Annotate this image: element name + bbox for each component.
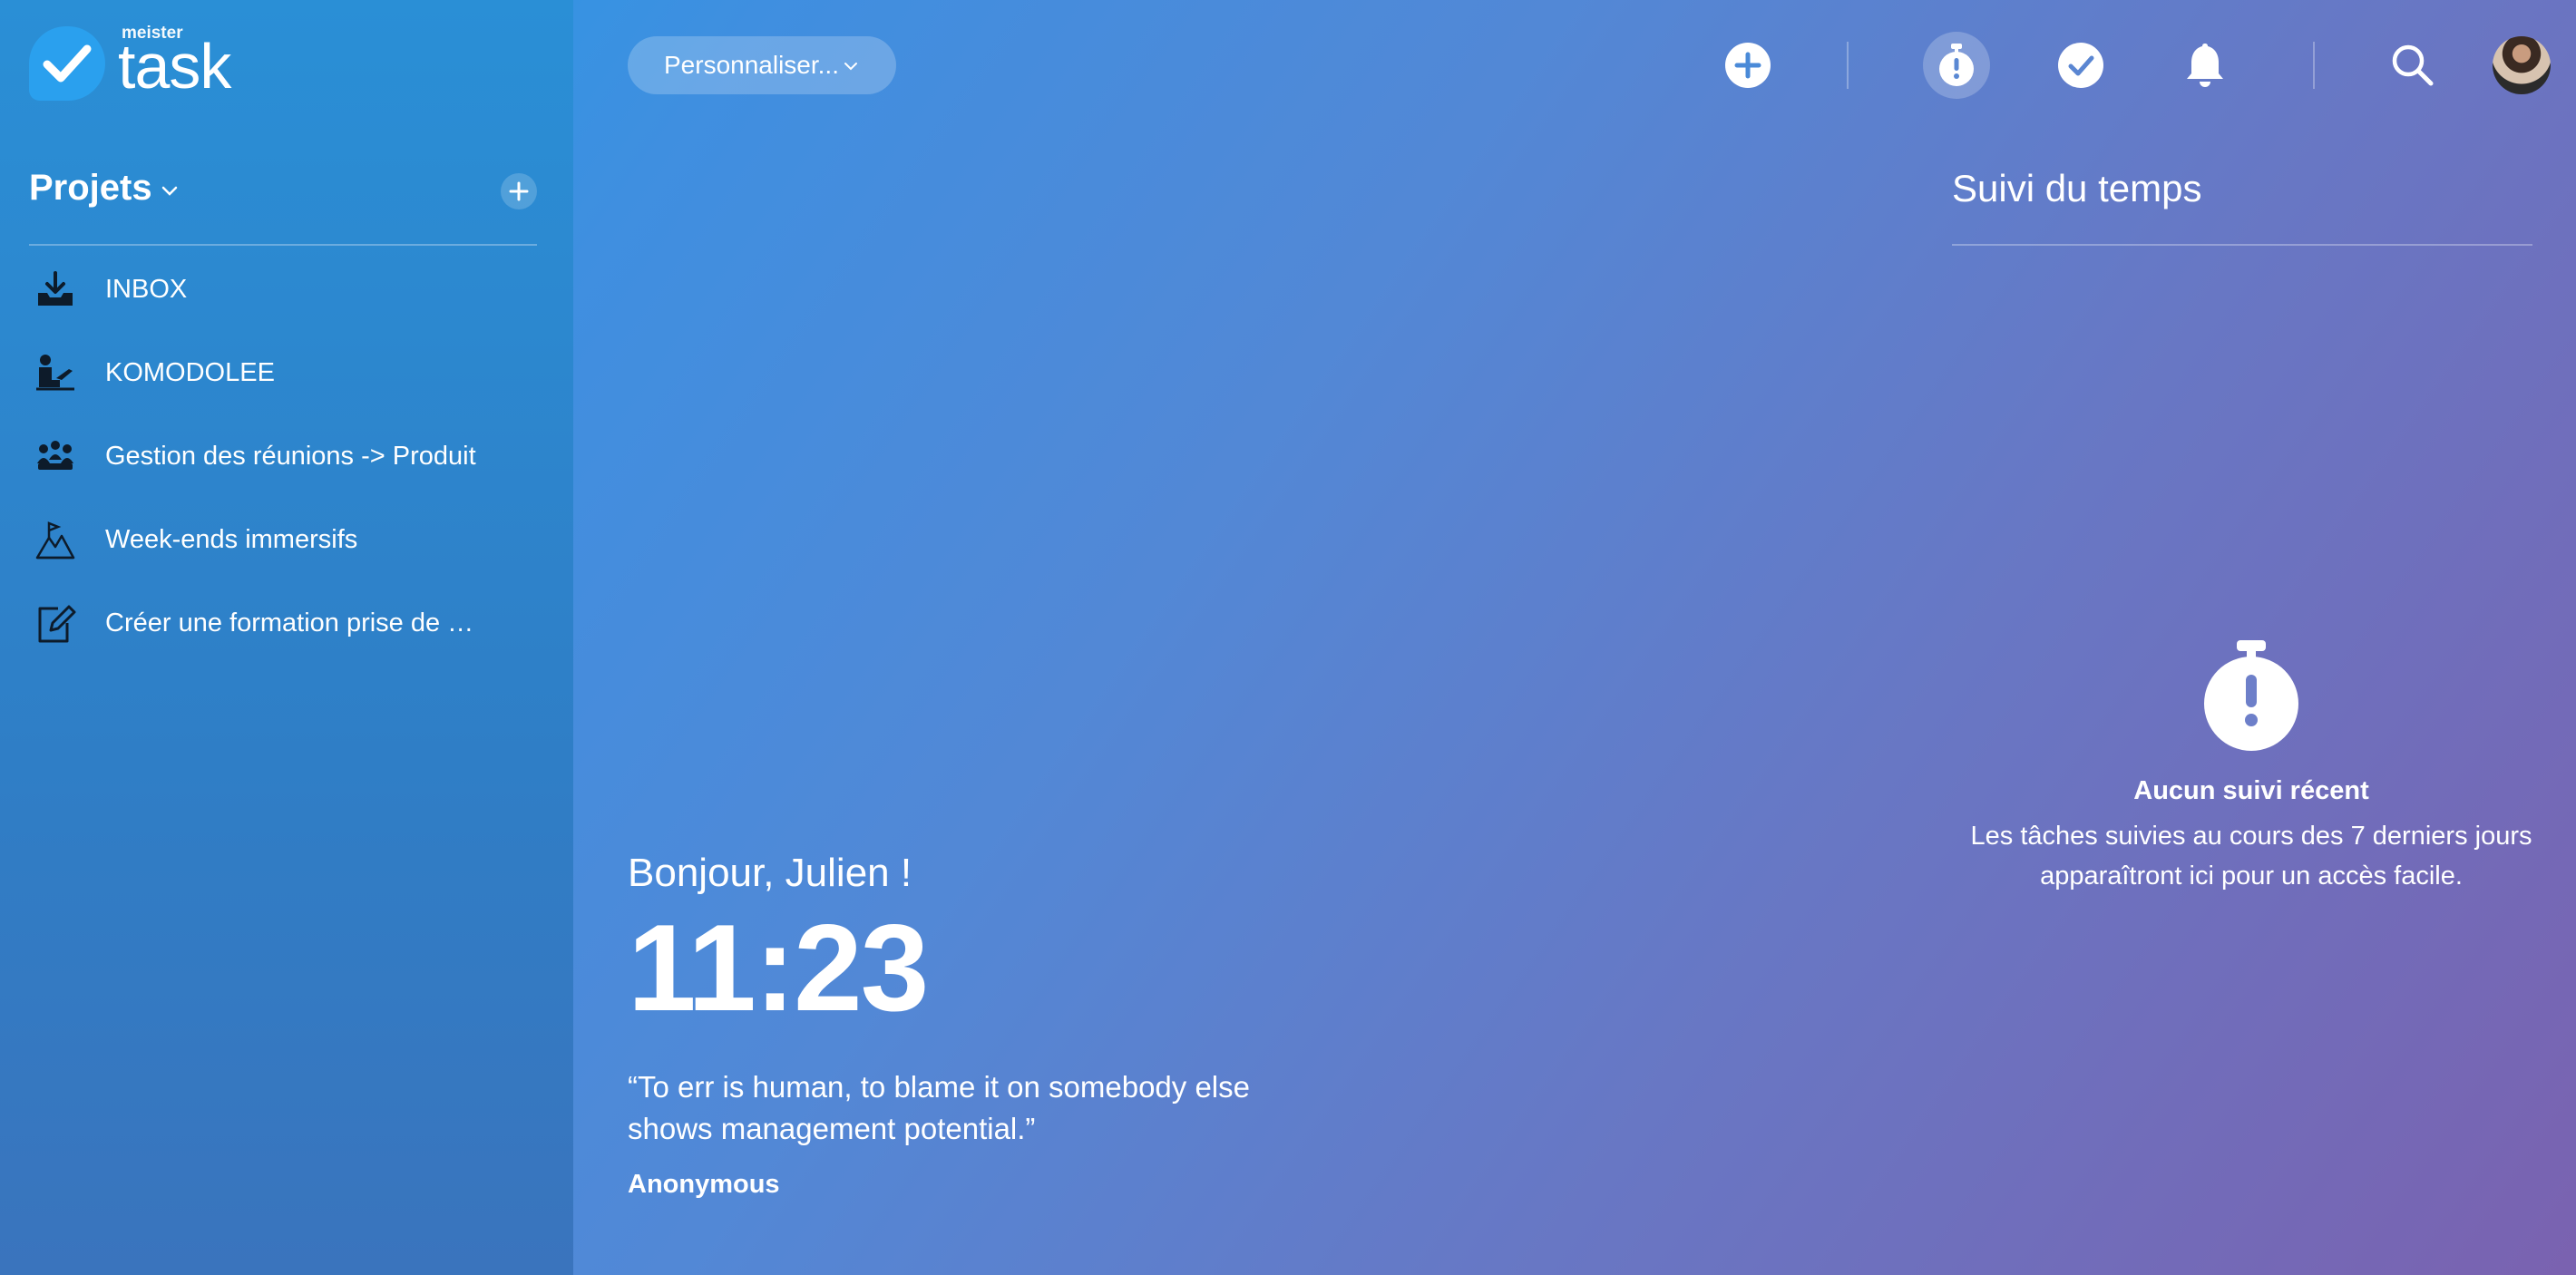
bell-icon[interactable] <box>2180 40 2230 91</box>
quote-text: “To err is human, to blame it on somebod… <box>628 1070 1250 1145</box>
sidebar-item-inbox[interactable]: INBOX <box>29 257 537 320</box>
timer-button[interactable] <box>1923 32 1990 99</box>
inbox-download-icon <box>38 271 73 306</box>
sidebar: meister task Projets INBOX KOMODOLEE Ges… <box>0 0 573 1275</box>
sidebar-item-label: INBOX <box>105 275 188 304</box>
plus-icon <box>509 181 529 201</box>
customize-label: Personnaliser... <box>664 51 839 79</box>
chevron-down-icon <box>844 63 857 71</box>
app-logo[interactable]: meister task <box>29 24 247 105</box>
stopwatch-icon <box>2204 640 2298 751</box>
edit-note-icon <box>38 605 76 643</box>
avatar[interactable] <box>2493 36 2551 94</box>
sidebar-item-label: Créer une formation prise de … <box>105 608 474 638</box>
greeting: Bonjour, Julien ! <box>628 851 912 895</box>
meeting-group-icon <box>37 441 73 470</box>
sidebar-item-weekends[interactable]: Week-ends immersifs <box>29 507 537 570</box>
search-icon[interactable] <box>2387 40 2438 91</box>
logo-word: task <box>118 31 231 102</box>
sidebar-item-label: Week-ends immersifs <box>105 525 358 554</box>
projects-title[interactable]: Projets <box>29 168 152 209</box>
sidebar-item-label: KOMODOLEE <box>105 358 275 387</box>
customize-button[interactable]: Personnaliser... <box>628 36 896 94</box>
quote-author: Anonymous <box>628 1170 780 1199</box>
empty-state-text: Les tâches suivies au cours des 7 dernie… <box>1970 822 2532 891</box>
sidebar-item-label: Gestion des réunions -> Produit <box>105 442 476 471</box>
toolbar-separator <box>2313 42 2315 89</box>
chevron-down-icon[interactable] <box>161 186 178 197</box>
check-logo-icon <box>29 26 105 101</box>
time-tracking-title: Suivi du temps <box>1952 167 2202 209</box>
projects-divider <box>29 244 537 246</box>
time-tracking-divider <box>1952 244 2532 246</box>
toolbar-separator <box>1847 42 1849 89</box>
mountain-flag-icon <box>35 521 75 560</box>
projects-header: Projets <box>29 166 537 220</box>
person-at-desk-icon <box>36 355 74 391</box>
check-icon[interactable] <box>2055 40 2106 91</box>
add-icon[interactable] <box>1722 40 1773 91</box>
sidebar-item-meetings[interactable]: Gestion des réunions -> Produit <box>29 423 537 487</box>
add-project-button[interactable] <box>501 173 537 209</box>
sidebar-item-komodolee[interactable]: KOMODOLEE <box>29 340 537 404</box>
empty-state-title: Aucun suivi récent <box>2133 776 2369 805</box>
sidebar-item-formation[interactable]: Créer une formation prise de … <box>29 590 537 654</box>
clock: 11:23 <box>628 899 929 1037</box>
timer-icon <box>1939 44 1974 86</box>
